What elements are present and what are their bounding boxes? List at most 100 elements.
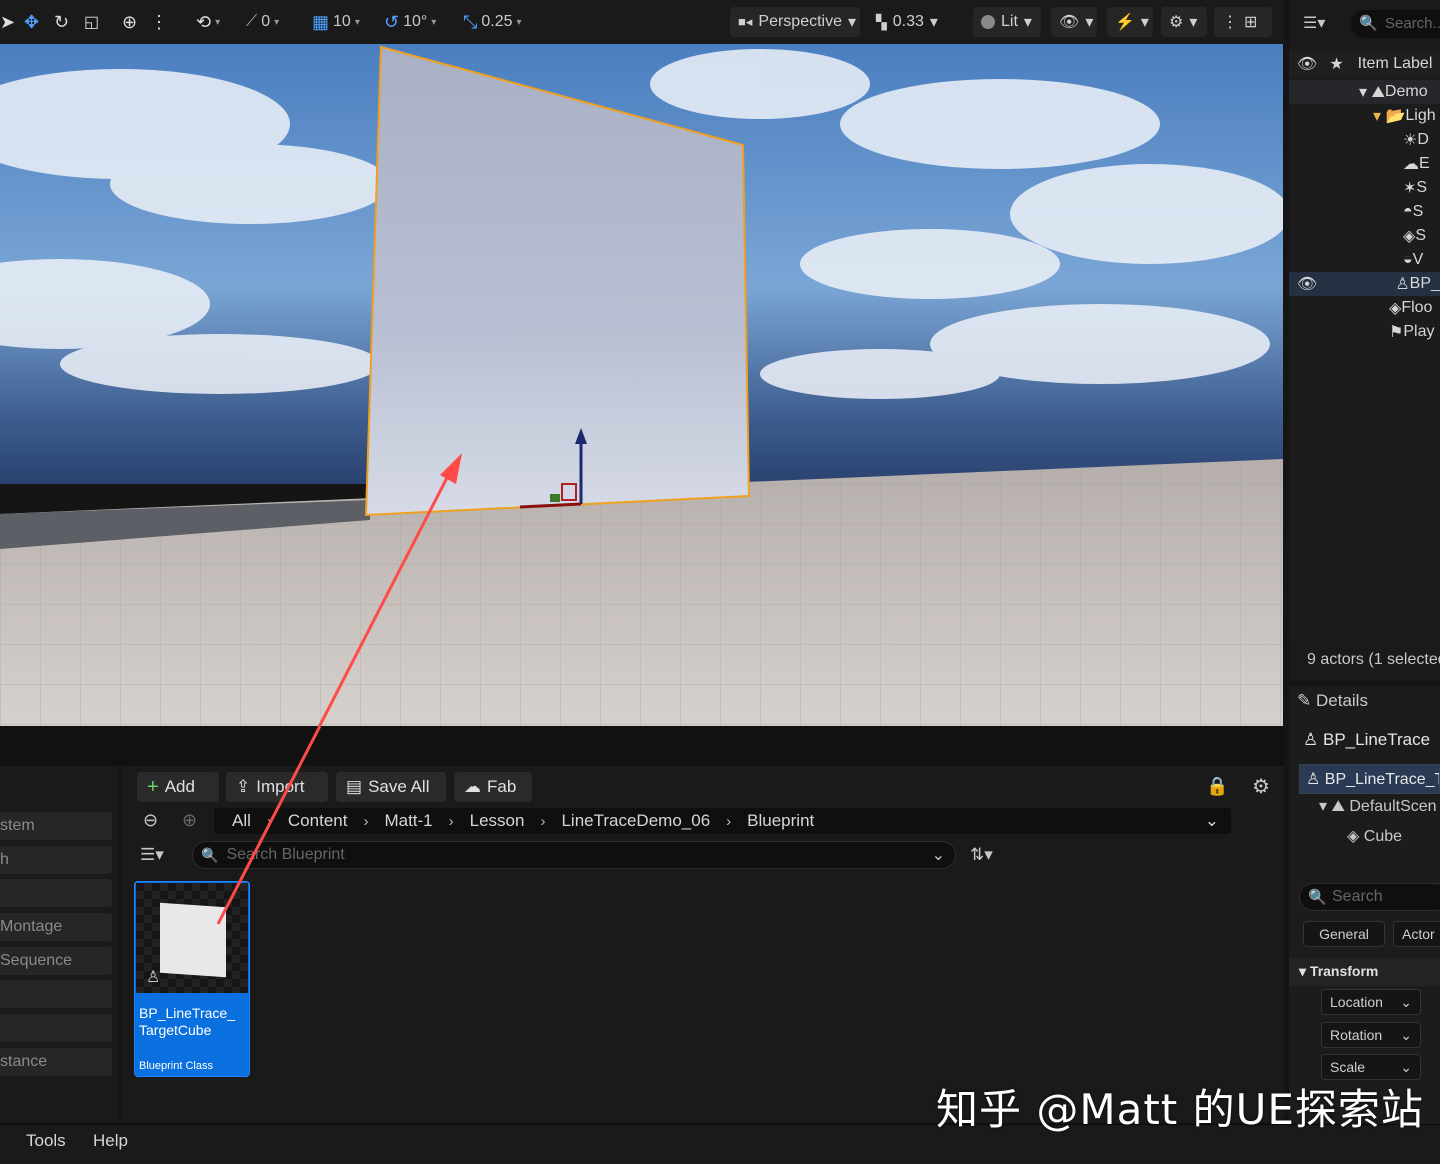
more-options-icon[interactable]: ⋮ [150, 8, 168, 36]
menu-tools[interactable]: Tools [26, 1131, 66, 1151]
forward-icon[interactable]: ⊕ [182, 810, 197, 831]
source-item[interactable] [0, 879, 112, 907]
layout-grid-icon: ⊞ [1244, 14, 1258, 31]
breadcrumb-item[interactable]: Blueprint [741, 811, 820, 831]
chevron-down-icon[interactable]: ⌄ [1205, 811, 1219, 831]
component-root-row[interactable]: ♙ BP_LineTrace_T [1299, 764, 1440, 794]
lighting-label: Lit [1001, 13, 1018, 30]
visibility-icon[interactable]: 👁 [1297, 54, 1317, 74]
breadcrumb-item[interactable]: LineTraceDemo_06 [555, 811, 716, 831]
scale-label: Scale [1330, 1059, 1366, 1075]
outliner-row-label: Floo [1401, 299, 1433, 316]
breadcrumb-item[interactable]: Matt-1 [378, 811, 438, 831]
outliner-row-bp-linetrace[interactable]: 👁 ♙ BP_ [1289, 272, 1440, 296]
chevron-down-icon: ⌄ [1400, 1058, 1412, 1075]
fab-button[interactable]: ☁ Fab [454, 772, 532, 802]
viewport-settings-dropdown[interactable]: ⚙ ▾ [1161, 7, 1207, 37]
details-tab[interactable]: ✎ Details [1289, 686, 1440, 716]
outliner-row-sky-sphere[interactable]: ◈ S [1289, 224, 1440, 248]
component-scene-row[interactable]: ▾ ⛰ DefaultScen [1319, 796, 1440, 822]
filter-icon[interactable]: ☰▾ [140, 845, 164, 865]
tab-general[interactable]: General [1303, 921, 1385, 947]
search-blueprint-input[interactable]: 🔍 Search Blueprint ⌄ [192, 841, 956, 869]
breadcrumb-item[interactable]: Lesson [464, 811, 531, 831]
sort-icon[interactable]: ⇅▾ [970, 845, 993, 865]
import-button[interactable]: ⇪ Import [226, 772, 328, 802]
view-mode-label: Perspective [758, 13, 842, 30]
outliner-row-label: Play [1403, 323, 1435, 340]
outliner-search-input[interactable]: 🔍 Search... [1351, 10, 1440, 38]
source-item[interactable]: Sequence [0, 947, 112, 975]
rotation-dropdown[interactable]: Rotation ⌄ [1321, 1022, 1421, 1048]
eye-icon: 👁 [1059, 14, 1080, 31]
details-search-input[interactable]: 🔍 Search [1299, 883, 1440, 911]
source-item[interactable]: stance [0, 1048, 112, 1076]
snap-toggle-button[interactable]: ⟋ 0 ▾ [246, 8, 279, 36]
camera-speed-dropdown[interactable]: ▚ 0.33 ▾ [868, 7, 946, 37]
outliner-row-volumetric-cloud[interactable]: ◒ V [1289, 248, 1440, 272]
rotate-tool-icon[interactable]: ↻ [54, 8, 69, 36]
scale-tool-icon[interactable]: ◱ [84, 8, 99, 36]
chevron-right-icon: › [266, 812, 272, 830]
outliner-row-exponential-fog[interactable]: ☁ E [1289, 152, 1440, 176]
outliner-row-sky-atmosphere[interactable]: ✶ S [1289, 176, 1440, 200]
layout-button[interactable]: ⋮ ⊞ [1214, 7, 1272, 37]
back-icon[interactable]: ⊖ [143, 810, 158, 831]
viewport-toolbar: ➤ ✥ ↻ ◱ ⊕ ⋮ ⟲ ▾ ⟋ 0 ▾ ▦ 10 ▾ ↺ 10° ▾ ⤡ 0.25 ▾ ■◂ P… [0, 0, 1284, 45]
outliner-row-player-start[interactable]: ⚑ Play [1289, 320, 1440, 344]
component-cube-label: Cube [1363, 828, 1403, 845]
source-item-label: stance [0, 1053, 48, 1070]
details-actor-header: ♙ BP_LineTrace [1289, 726, 1440, 756]
grid-size: 10 [333, 13, 351, 30]
outliner-row-directional-light[interactable]: ☀ D [1289, 128, 1440, 152]
save-all-button[interactable]: ▤ Save All [336, 772, 446, 802]
outliner-row-label: E [1419, 155, 1430, 172]
source-item[interactable]: stem [0, 812, 112, 840]
grid-snap-button[interactable]: ▦ 10 ▾ [312, 8, 360, 36]
kebab-icon: ⋮ [1222, 14, 1238, 31]
breadcrumb-item[interactable]: Content [282, 811, 354, 831]
select-tool-icon[interactable]: ➤ [0, 8, 15, 36]
rotation-snap-button[interactable]: ↺ 10° ▾ [384, 8, 436, 36]
tab-actor[interactable]: Actor [1393, 921, 1440, 947]
star-icon[interactable]: ★ [1329, 54, 1343, 74]
menu-help[interactable]: Help [93, 1131, 128, 1151]
asset-tile[interactable]: ♙ BP_LineTrace_ TargetCube Blueprint Cla… [134, 881, 250, 1077]
import-icon: ⇪ [236, 777, 251, 796]
source-item[interactable] [0, 1014, 112, 1042]
source-item[interactable] [0, 980, 112, 1008]
asset-thumbnail: ♙ [136, 883, 248, 993]
add-button[interactable]: + Add [137, 772, 219, 802]
outliner-row-lighting-folder[interactable]: ▾ 📂 Ligh [1289, 104, 1440, 128]
lit-icon [981, 15, 995, 29]
scale-snap-button[interactable]: ⤡ 0.25 ▾ [463, 8, 522, 36]
source-item[interactable]: h [0, 846, 112, 874]
component-cube-row[interactable]: ◈ Cube [1347, 826, 1440, 852]
outliner-row-level[interactable]: ▾ ⛰ Demo [1289, 80, 1440, 104]
chevron-down-icon[interactable]: ⌄ [932, 845, 945, 865]
lock-icon[interactable]: 🔒 [1206, 776, 1228, 797]
breadcrumb-item[interactable]: All [226, 811, 257, 831]
outliner-row-label: BP_ [1409, 275, 1440, 292]
translate-tool-icon[interactable]: ✥ [24, 8, 39, 36]
lighting-dropdown[interactable]: Lit ▾ [973, 7, 1041, 37]
realtime-dropdown[interactable]: ⚡ ▾ [1107, 7, 1153, 37]
scene-icon: ▾ ⛰ [1319, 798, 1345, 815]
show-flags-dropdown[interactable]: 👁 ▾ [1051, 7, 1097, 37]
outliner-header: ☰▾ 🔍 Search... [1289, 0, 1440, 48]
settings-gear-icon[interactable]: ⚙ [1252, 774, 1270, 799]
outliner-row-floor[interactable]: ◈ Floo [1289, 296, 1440, 320]
actor-count-status: 9 actors (1 selected) [1289, 640, 1440, 680]
world-space-icon[interactable]: ⊕ [122, 8, 137, 36]
transform-section-header[interactable]: ▾ Transform [1289, 958, 1440, 986]
panel-divider [0, 726, 1284, 766]
source-item[interactable]: Montage [0, 913, 112, 941]
view-mode-dropdown[interactable]: ■◂ Perspective ▾ [730, 7, 860, 37]
filter-icon[interactable]: ☰▾ [1303, 13, 1325, 33]
location-dropdown[interactable]: Location ⌄ [1321, 989, 1421, 1015]
chevron-right-icon: › [363, 812, 369, 830]
visibility-icon[interactable]: 👁 [1297, 274, 1317, 294]
outliner-row-sky-light[interactable]: ◓ S [1289, 200, 1440, 224]
surface-snap-button[interactable]: ⟲ ▾ [196, 8, 220, 36]
level-viewport[interactable] [0, 44, 1283, 726]
